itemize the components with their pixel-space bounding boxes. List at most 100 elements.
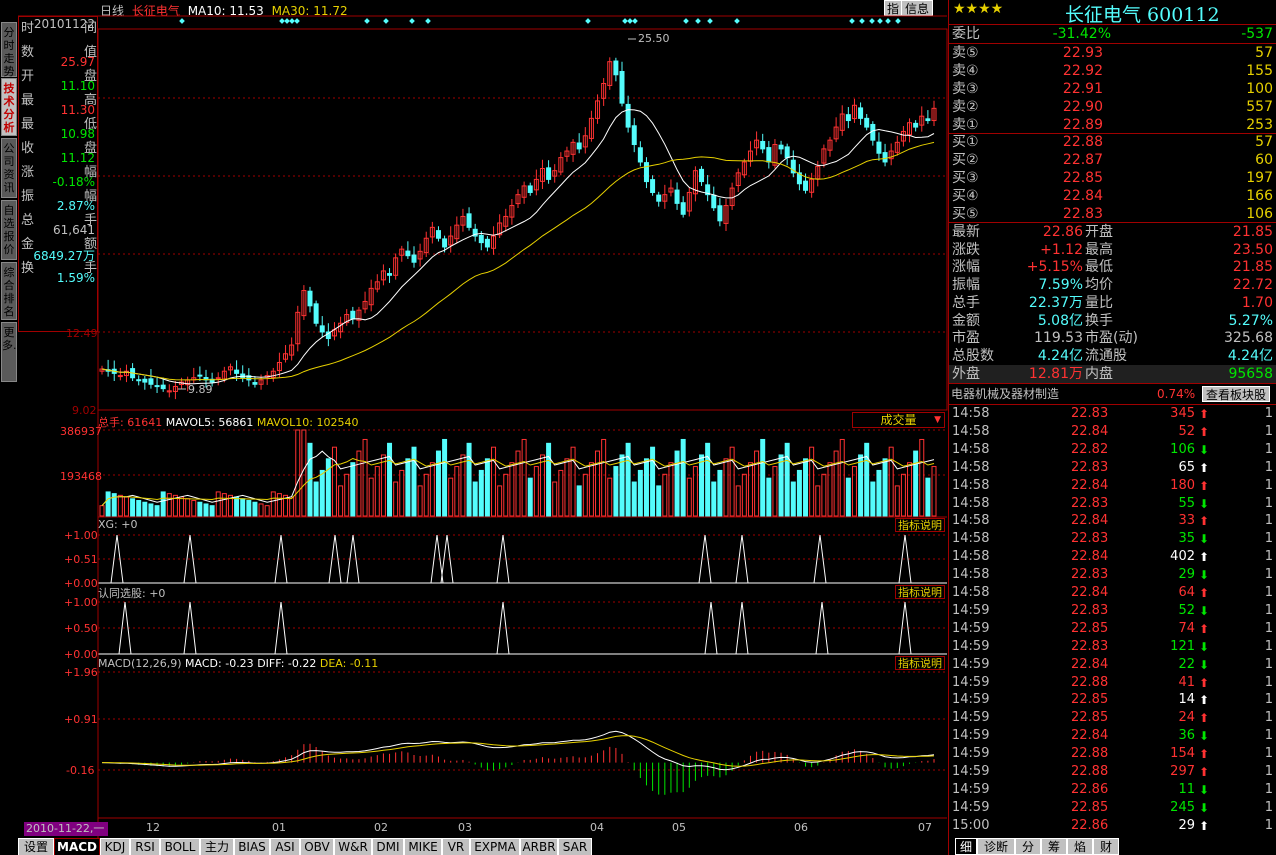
buys-row[interactable]: 买① 22.88 57: [949, 133, 1276, 151]
right-tab-1[interactable]: 诊断: [977, 838, 1015, 855]
candle-down: [870, 123, 876, 141]
volume-bar-up: [662, 473, 668, 517]
quote-row: 总股数 4.24亿 流通股 4.24亿: [949, 347, 1276, 365]
xg-explain-button[interactable]: 指标说明: [895, 518, 945, 532]
volume-bar-up: [509, 462, 515, 517]
buys-p: 22.84: [1062, 188, 1103, 204]
tick-count: 1: [1264, 656, 1273, 672]
indicator-tab-7[interactable]: ASI: [270, 838, 300, 855]
signal-diamond: [707, 18, 713, 24]
indicator-tab-15[interactable]: SAR: [558, 838, 592, 855]
arrow-down-icon: ⬇: [1199, 729, 1210, 744]
quote-label: 总股数: [952, 347, 994, 364]
sells-row[interactable]: 卖② 22.90 557: [949, 98, 1276, 116]
stock-title: 长征电气 600112: [1065, 4, 1220, 26]
quote-row: 最新 22.86 开盘 21.85: [949, 223, 1276, 241]
buys-row[interactable]: 买④ 22.84 166: [949, 187, 1276, 205]
candle-down: [405, 250, 411, 257]
rt-spike: [274, 601, 288, 655]
indicator-tab-11[interactable]: MIKE: [404, 838, 442, 855]
sector-name[interactable]: 电器机械及器材制造: [951, 385, 1059, 403]
indicator-tab-3[interactable]: RSI: [130, 838, 160, 855]
candle-down: [466, 213, 472, 228]
buys-l: 买②: [952, 152, 979, 168]
sells-row[interactable]: 卖③ 22.91 100: [949, 80, 1276, 98]
volume-bar-up: [515, 450, 521, 517]
buys-row[interactable]: 买③ 22.85 197: [949, 169, 1276, 187]
right-tab-0[interactable]: 细: [955, 838, 977, 855]
sells-row[interactable]: 卖① 22.89 253: [949, 116, 1276, 134]
tick-count: 1: [1264, 477, 1273, 493]
volume-dropdown-label: 成交量: [880, 413, 917, 427]
signal-diamond: [695, 18, 701, 24]
indicator-tab-10[interactable]: DMI: [372, 838, 404, 855]
indicator-tab-6[interactable]: BIAS: [234, 838, 270, 855]
sells-row[interactable]: 卖⑤ 22.93 57: [949, 44, 1276, 62]
volume-bar-up: [289, 496, 295, 517]
indicator-tab-8[interactable]: OBV: [300, 838, 334, 855]
right-tab-2[interactable]: 分: [1015, 838, 1041, 855]
volume-bar-up: [362, 438, 368, 517]
rt-explain-button[interactable]: 指标说明: [895, 585, 945, 599]
right-tab-5[interactable]: 财: [1093, 838, 1119, 855]
xg-spike: [735, 534, 749, 584]
buys-row[interactable]: 买② 22.87 60: [949, 151, 1276, 169]
tick-row: 14:58 22.83 345 ⬆ 1: [949, 405, 1276, 423]
volume-bar-up: [839, 438, 845, 517]
sells-l: 卖②: [952, 99, 979, 115]
sells-p: 22.91: [1062, 81, 1103, 97]
mavol5-label: MAVOL5: 56861: [165, 416, 254, 429]
candle-down: [148, 378, 154, 385]
indicator-tab-14[interactable]: ARBR: [520, 838, 558, 855]
volume-bar-up: [185, 498, 191, 517]
indicator-tab-13[interactable]: EXPMA: [470, 838, 520, 855]
right-tab-3[interactable]: 筹: [1041, 838, 1067, 855]
volume-bar-down: [442, 438, 448, 517]
candle-down: [699, 168, 705, 183]
signal-diamond: [632, 18, 638, 24]
arrow-up-icon: ⬆: [1199, 747, 1210, 762]
view-sector-button[interactable]: 查看板块股: [1202, 386, 1271, 402]
volume-bar-up: [539, 454, 545, 517]
buys-p: 22.87: [1062, 152, 1103, 168]
tick-price: 22.84: [1071, 728, 1109, 744]
volume-bar-up: [191, 500, 197, 517]
indicator-tab-4[interactable]: BOLL: [160, 838, 200, 855]
indicator-tab-5[interactable]: 主力: [200, 838, 234, 855]
macd-params: MACD(12,26,9): [98, 657, 182, 670]
candle-down: [711, 194, 717, 209]
sells-row[interactable]: 卖④ 22.92 155: [949, 62, 1276, 80]
tick-time: 14:58: [952, 585, 990, 600]
indicator-tab-0[interactable]: 设置: [18, 838, 54, 855]
tick-volume: 41: [1178, 674, 1195, 690]
buys-row[interactable]: 买⑤ 22.83 106: [949, 205, 1276, 223]
volume-bar-down: [864, 442, 870, 517]
signal-diamond: [849, 18, 855, 24]
right-tab-4[interactable]: 焰: [1067, 838, 1093, 855]
volume-bar-down: [313, 481, 319, 517]
tick-row: 14:58 22.82 106 ⬇ 1: [949, 441, 1276, 459]
quote-value: 5.08亿: [1037, 312, 1083, 329]
volume-bar-down: [784, 442, 790, 517]
quote-label: 总手: [952, 294, 980, 311]
indicator-tab-1[interactable]: MACD: [54, 838, 100, 855]
indicator-tab-2[interactable]: KDJ: [100, 838, 130, 855]
indicator-tab-9[interactable]: W&R: [334, 838, 372, 855]
arrow-up-icon: ⬆: [1199, 711, 1210, 726]
macd-explain-button[interactable]: 指标说明: [895, 656, 945, 670]
volume-bar-up: [692, 466, 698, 517]
candle-down: [576, 142, 582, 150]
volume-bar-up: [338, 485, 344, 517]
volume-bar-down: [527, 477, 533, 517]
tick-price: 22.83: [1071, 602, 1109, 618]
indicator-tab-12[interactable]: VR: [442, 838, 470, 855]
buys-v: 166: [1246, 188, 1273, 204]
volume-bar-down: [478, 469, 484, 517]
volume-bar-down: [680, 438, 686, 517]
tick-row: 14:59 22.85 14 ⬆ 1: [949, 691, 1276, 709]
volume-bar-down: [619, 454, 625, 517]
volume-dropdown[interactable]: 成交量 ▼: [852, 412, 945, 428]
xg-axis-2: +0.51: [64, 553, 98, 566]
signal-diamond: [279, 18, 285, 24]
volume-bar-down: [613, 466, 619, 517]
